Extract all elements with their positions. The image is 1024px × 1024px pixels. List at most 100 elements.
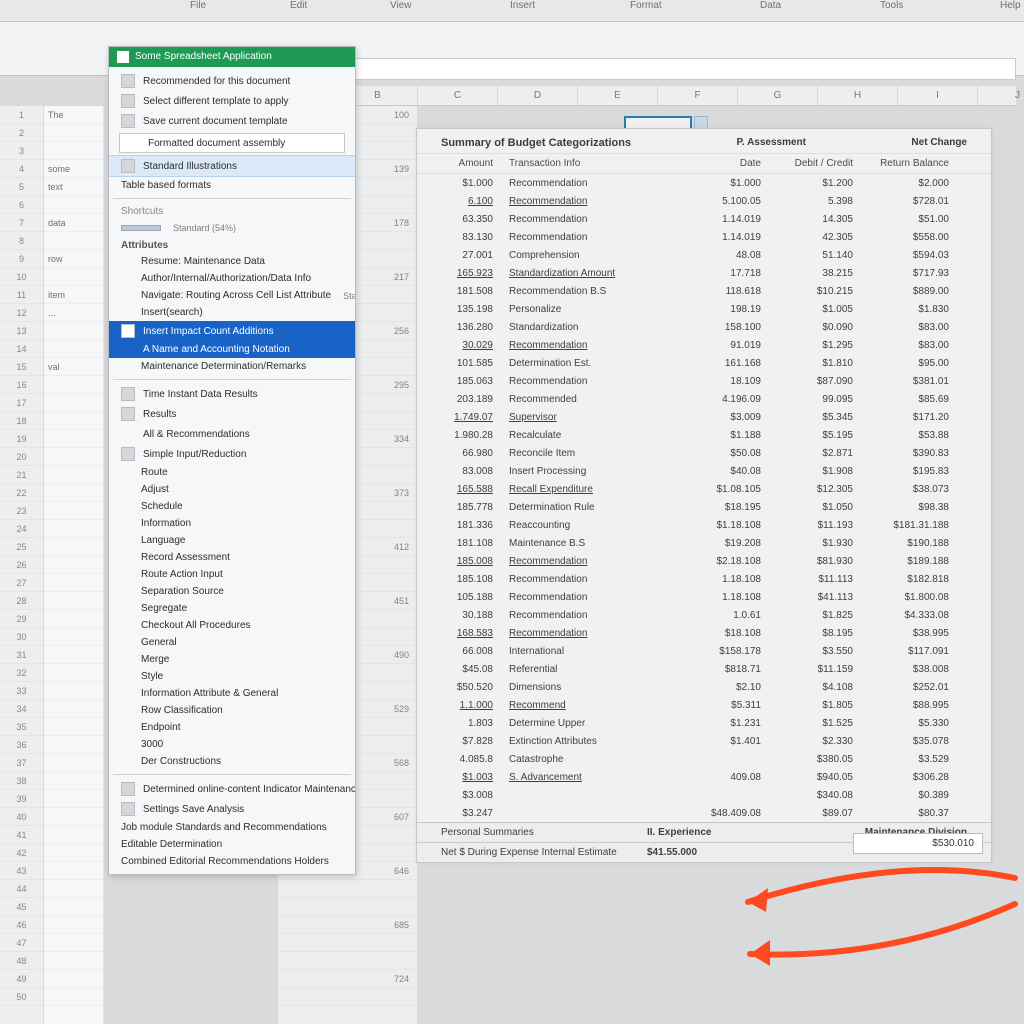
panel-item[interactable]: All & Recommendations [109,424,355,444]
table-row[interactable]: 27.001Comprehension48.0851.140$594.03 [417,246,991,264]
table-row[interactable]: 168.583Recommendation$18.108$8.195$38.99… [417,624,991,642]
table-row[interactable]: 165.588Recall Expenditure$1.08.105$12.30… [417,480,991,498]
table-row[interactable]: 165.923Standardization Amount17.71838.21… [417,264,991,282]
panel-item[interactable]: General [109,634,355,651]
panel-item[interactable]: Route [109,464,355,481]
row-header[interactable]: 40 [0,808,43,826]
table-row[interactable]: 185.108Recommendation1.18.108$11.113$182… [417,570,991,588]
table-row[interactable]: 1.980.28Recalculate$1.188$5.195$53.88 [417,426,991,444]
panel-item[interactable]: Job module Standards and Recommendations [109,819,355,836]
table-row[interactable]: 1.803Determine Upper$1.231$1.525$5.330 [417,714,991,732]
table-row[interactable]: 30.029Recommendation91.019$1.295$83.00 [417,336,991,354]
row-header[interactable]: 2 [0,124,43,142]
panel-item[interactable]: Der Constructions [109,753,355,770]
column-header[interactable]: F [658,86,738,105]
column-header[interactable]: J [978,86,1024,105]
panel-item[interactable]: Resume: Maintenance Data [109,253,355,270]
panel-item[interactable]: Endpoint [109,719,355,736]
table-row[interactable]: 30.188Recommendation1.0.61$1.825$4.333.0… [417,606,991,624]
table-row[interactable]: 203.189Recommended4.196.0999.095$85.69 [417,390,991,408]
row-header[interactable]: 20 [0,448,43,466]
table-row[interactable]: $1.003S. Advancement409.08$940.05$306.28 [417,768,991,786]
table-row[interactable]: 63.350Recommendation1.14.01914.305$51.00 [417,210,991,228]
panel-item[interactable]: 3000 [109,736,355,753]
panel-item[interactable]: Time Instant Data Results [109,384,355,404]
row-header[interactable]: 17 [0,394,43,412]
table-row[interactable]: 1.749.07Supervisor$3.009$5.345$171.20 [417,408,991,426]
row-header[interactable]: 18 [0,412,43,430]
panel-item[interactable]: Editable Determination [109,836,355,853]
table-row[interactable]: 66.008International$158.178$3.550$117.09… [417,642,991,660]
row-header[interactable]: 30 [0,628,43,646]
table-row[interactable]: 66.980Reconcile Item$50.08$2.871$390.83 [417,444,991,462]
row-header[interactable]: 22 [0,484,43,502]
row-header[interactable]: 4 [0,160,43,178]
row-header[interactable]: 7 [0,214,43,232]
panel-item[interactable]: Checkout All Procedures [109,617,355,634]
row-header[interactable]: 37 [0,754,43,772]
panel-search-input[interactable]: Formatted document assembly [119,133,345,153]
column-header[interactable]: H [818,86,898,105]
panel-item[interactable]: Language [109,532,355,549]
row-header[interactable]: 6 [0,196,43,214]
table-row[interactable]: 185.008Recommendation$2.18.108$81.930$18… [417,552,991,570]
panel-item[interactable]: Settings Save Analysis [109,799,355,819]
panel-item[interactable]: Information [109,515,355,532]
row-header[interactable]: 35 [0,718,43,736]
row-header[interactable]: 47 [0,934,43,952]
row-header[interactable]: 45 [0,898,43,916]
row-header[interactable]: 31 [0,646,43,664]
row-header[interactable]: 21 [0,466,43,484]
panel-item[interactable]: Information Attribute & General [109,685,355,702]
panel-item[interactable]: Navigate: Routing Across Cell List Attri… [109,287,355,304]
panel-item[interactable]: Select different template to apply [109,91,355,111]
row-header[interactable]: 3 [0,142,43,160]
panel-item[interactable]: Schedule [109,498,355,515]
slider-icon[interactable] [121,225,161,231]
row-header[interactable]: 12 [0,304,43,322]
table-row[interactable]: $1.000Recommendation$1.000$1.200$2.000 [417,174,991,192]
panel-item[interactable]: Save current document template [109,111,355,131]
table-row[interactable]: 101.585Determination Est.161.168$1.810$9… [417,354,991,372]
row-header[interactable]: 10 [0,268,43,286]
table-row[interactable]: $45.08Referential$818.71$11.159$38.008 [417,660,991,678]
panel-item[interactable]: Segregate [109,600,355,617]
panel-item[interactable]: Separation Source [109,583,355,600]
row-header[interactable]: 46 [0,916,43,934]
table-row[interactable]: 135.198Personalize198.19$1.005$1.830 [417,300,991,318]
table-row[interactable]: 83.130Recommendation1.14.01942.305$558.0… [417,228,991,246]
table-row[interactable]: 105.188Recommendation1.18.108$41.113$1.8… [417,588,991,606]
column-header[interactable]: G [738,86,818,105]
row-header[interactable]: 25 [0,538,43,556]
row-header[interactable]: 23 [0,502,43,520]
row-header[interactable]: 27 [0,574,43,592]
row-header[interactable]: 24 [0,520,43,538]
panel-item[interactable]: Style [109,668,355,685]
row-header[interactable]: 38 [0,772,43,790]
table-row[interactable]: 185.063Recommendation18.109$87.090$381.0… [417,372,991,390]
row-header[interactable]: 39 [0,790,43,808]
table-row[interactable]: $50.520Dimensions$2.10$4.108$252.01 [417,678,991,696]
panel-item-highlighted[interactable]: Standard Illustrations [109,155,355,177]
panel-item[interactable]: Insert(search) [109,304,355,321]
table-row[interactable]: 4.085.8Catastrophe$380.05$3.529 [417,750,991,768]
row-header[interactable]: 8 [0,232,43,250]
row-header[interactable]: 32 [0,664,43,682]
row-header[interactable]: 49 [0,970,43,988]
panel-item[interactable]: Record Assessment [109,549,355,566]
table-row[interactable]: 181.336Reaccounting$1.18.108$11.193$181.… [417,516,991,534]
row-header[interactable]: 19 [0,430,43,448]
row-header[interactable]: 14 [0,340,43,358]
row-header[interactable]: 33 [0,682,43,700]
panel-item[interactable]: Row Classification [109,702,355,719]
row-header[interactable]: 15 [0,358,43,376]
table-row[interactable]: 136.280Standardization158.100$0.090$83.0… [417,318,991,336]
row-header[interactable]: 13 [0,322,43,340]
row-header[interactable]: 1 [0,106,43,124]
column-header[interactable]: D [498,86,578,105]
panel-item[interactable]: Table based formats [109,177,355,194]
row-header[interactable]: 44 [0,880,43,898]
table-row[interactable]: $7.828Extinction Attributes$1.401$2.330$… [417,732,991,750]
table-row[interactable]: 83.008Insert Processing$40.08$1.908$195.… [417,462,991,480]
row-header[interactable]: 5 [0,178,43,196]
